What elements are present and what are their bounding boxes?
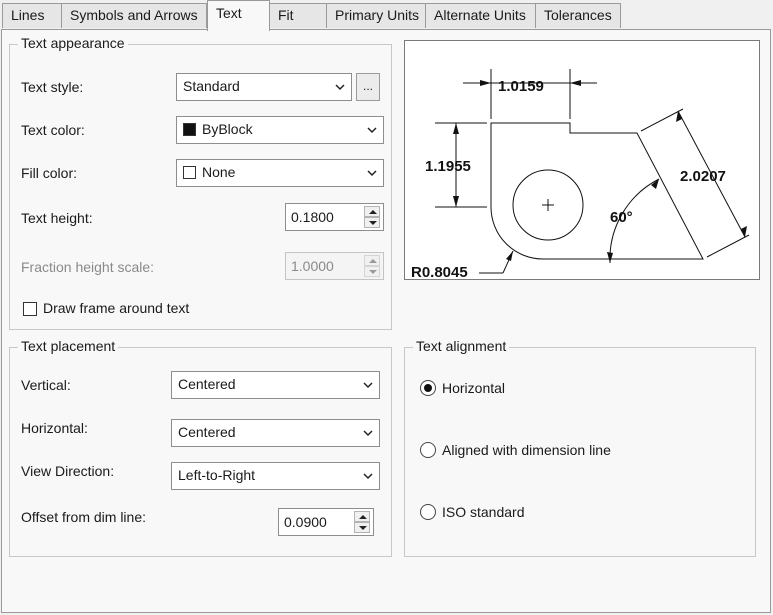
horizontal-dropdown[interactable]: Centered (171, 419, 380, 447)
group-title: Text appearance (18, 35, 128, 51)
chevron-down-icon (363, 473, 373, 480)
tab-primary-units[interactable]: Primary Units (326, 3, 426, 28)
vertical-value: Centered (178, 376, 236, 392)
tab-label: Text (216, 5, 242, 21)
arrow-up-icon (359, 515, 367, 519)
spinner-buttons (354, 511, 370, 533)
color-swatch (183, 123, 196, 136)
tab-text[interactable]: Text (207, 0, 270, 31)
tab-label: Alternate Units (434, 7, 526, 23)
chevron-down-icon (363, 430, 373, 437)
text-color-label: Text color: (21, 122, 85, 138)
horizontal-label: Horizontal: (21, 420, 88, 436)
vertical-label: Vertical: (21, 377, 71, 393)
radio-horizontal[interactable] (420, 380, 436, 396)
offset-value: 0.0900 (284, 514, 327, 530)
fill-color-label: Fill color: (21, 165, 78, 181)
tab-lines[interactable]: Lines (2, 3, 62, 28)
text-color-value: ByBlock (202, 121, 253, 137)
text-height-spinner[interactable]: 0.1800 (285, 203, 384, 231)
radio-horizontal-label: Horizontal (442, 380, 506, 396)
fraction-height-scale-value: 1.0000 (291, 258, 334, 274)
text-color-dropdown[interactable]: ByBlock (176, 116, 384, 144)
chevron-down-icon (335, 84, 345, 91)
draw-frame-label: Draw frame around text (43, 300, 190, 316)
spin-up-button[interactable] (364, 255, 380, 266)
arrow-up-icon (369, 210, 377, 214)
chevron-down-icon (367, 127, 377, 134)
tab-label: Lines (11, 7, 45, 23)
offset-spinner[interactable]: 0.0900 (278, 508, 374, 536)
fraction-height-scale-spinner[interactable]: 1.0000 (285, 252, 384, 280)
draw-frame-checkbox[interactable] (23, 302, 37, 316)
dim-top-text: 1.0159 (498, 78, 544, 95)
fill-color-value: None (202, 164, 236, 180)
text-placement-group: Text placement Vertical: Centered Horizo… (9, 338, 392, 557)
radius-text: R0.8045 (411, 264, 468, 281)
radio-iso-standard[interactable] (420, 504, 436, 520)
text-style-browse-button[interactable]: ... (356, 73, 380, 101)
group-title: Text placement (18, 338, 119, 354)
tab-symbols-and-arrows[interactable]: Symbols and Arrows (61, 3, 207, 28)
spin-up-button[interactable] (364, 206, 380, 217)
tab-strip: Lines Symbols and Arrows Text Fit Primar… (0, 0, 773, 31)
radio-iso-label: ISO standard (442, 504, 525, 520)
text-style-label: Text style: (21, 79, 84, 95)
group-title: Text alignment (413, 338, 510, 354)
text-height-label: Text height: (21, 210, 93, 226)
vertical-dropdown[interactable]: Centered (171, 371, 380, 399)
spinner-buttons (364, 206, 380, 228)
color-swatch (183, 166, 196, 179)
text-style-value: Standard (183, 78, 240, 94)
preview-drawing: 1.0159 1.1955 2.0207 60° R0.8045 (411, 69, 750, 281)
spin-up-button[interactable] (354, 511, 370, 522)
radio-aligned-label: Aligned with dimension line (442, 442, 611, 458)
spinner-buttons (364, 255, 380, 277)
dimension-preview: 1.0159 1.1955 2.0207 60° R0.8045 (404, 40, 760, 281)
dim-right-text: 2.0207 (680, 168, 726, 185)
spin-down-button[interactable] (364, 217, 380, 228)
text-appearance-group: Text appearance Text style: Standard ...… (9, 35, 392, 330)
dim-left-text: 1.1955 (425, 158, 471, 175)
arrow-down-icon (359, 526, 367, 530)
chevron-down-icon (363, 382, 373, 389)
text-alignment-group: Text alignment Horizontal Aligned with d… (404, 338, 756, 557)
radio-selected-dot (424, 384, 432, 392)
arrow-down-icon (369, 221, 377, 225)
text-height-value: 0.1800 (291, 209, 334, 225)
horizontal-value: Centered (178, 424, 236, 440)
spin-down-button[interactable] (364, 266, 380, 277)
offset-label: Offset from dim line: (21, 509, 147, 525)
spin-down-button[interactable] (354, 522, 370, 533)
tab-alternate-units[interactable]: Alternate Units (425, 3, 536, 28)
tab-label: Fit (278, 7, 294, 23)
fill-color-dropdown[interactable]: None (176, 159, 384, 187)
angle-text: 60° (610, 209, 633, 226)
view-direction-value: Left-to-Right (178, 467, 256, 483)
tab-label: Primary Units (335, 7, 420, 23)
tab-label: Tolerances (544, 7, 612, 23)
radio-aligned-with-dimension-line[interactable] (420, 442, 436, 458)
browse-label: ... (362, 79, 373, 93)
chevron-down-icon (367, 170, 377, 177)
view-direction-label: View Direction: (21, 463, 115, 479)
tab-tolerances[interactable]: Tolerances (535, 3, 621, 28)
tab-label: Symbols and Arrows (70, 7, 198, 23)
view-direction-dropdown[interactable]: Left-to-Right (171, 462, 380, 490)
fraction-height-scale-label: Fraction height scale: (21, 259, 155, 275)
tab-fit[interactable]: Fit (269, 3, 327, 28)
arrow-up-icon (369, 259, 377, 263)
arrow-down-icon (369, 270, 377, 274)
text-style-dropdown[interactable]: Standard (176, 73, 352, 101)
